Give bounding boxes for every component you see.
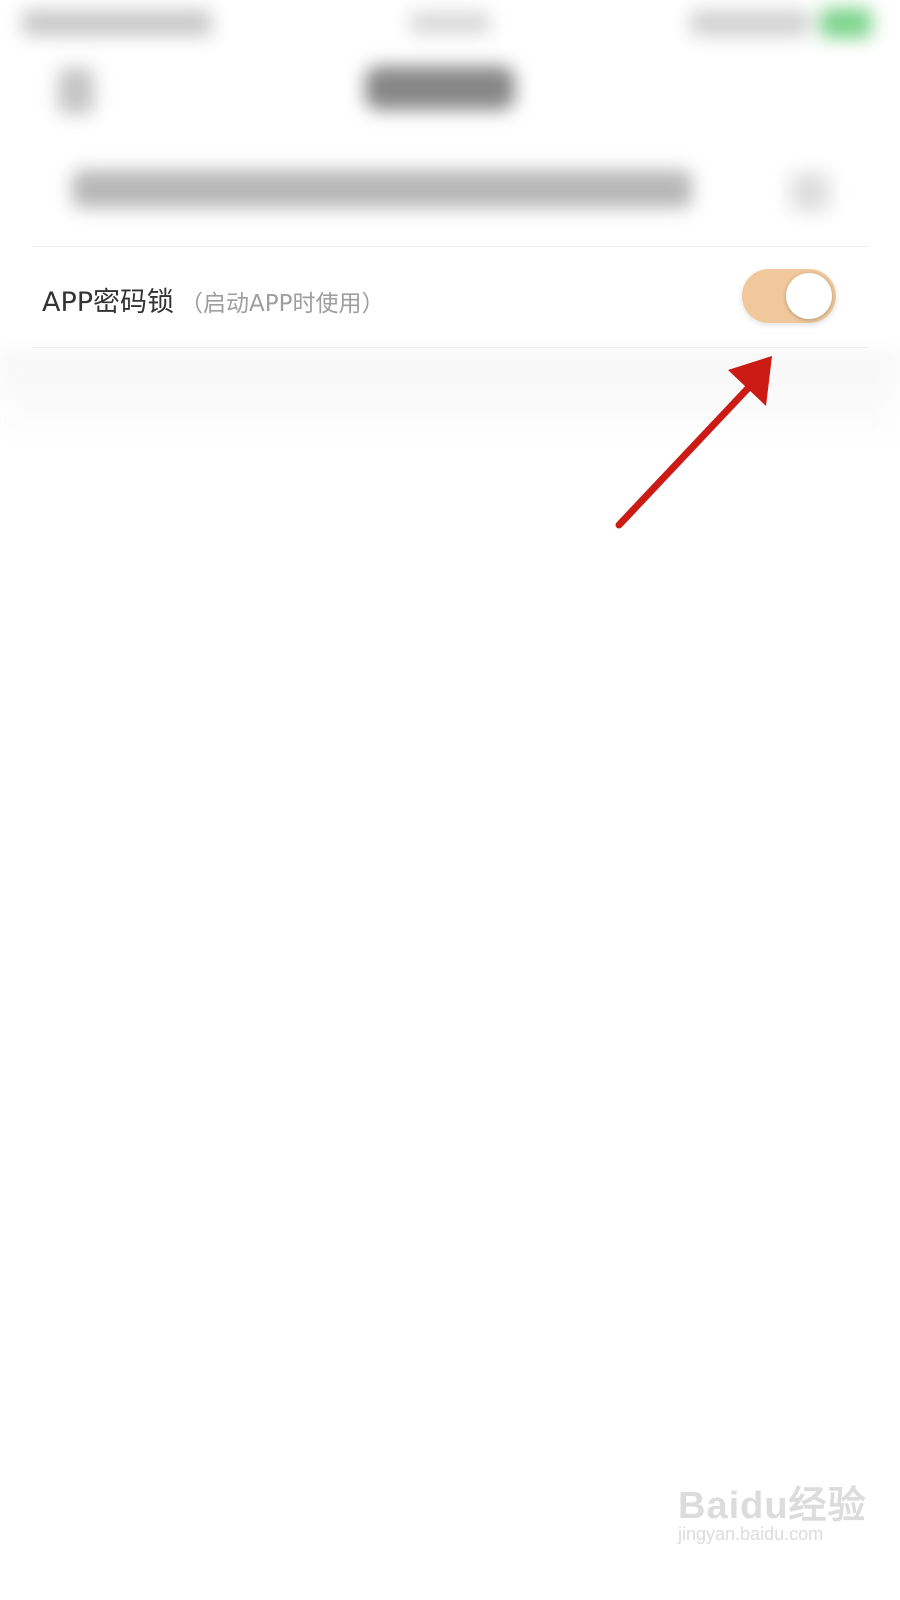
blurred-header-region xyxy=(0,0,900,250)
back-icon[interactable] xyxy=(58,68,94,114)
settings-screen: APP密码锁 （启动APP时使用） Baidu经验 jingyan.baidu.c… xyxy=(0,0,900,1600)
setting-title: APP密码锁 xyxy=(42,287,175,318)
toggle-knob xyxy=(786,273,832,319)
divider xyxy=(32,246,868,247)
status-bar-left-blurred xyxy=(22,10,212,36)
app-lock-toggle[interactable] xyxy=(742,269,836,323)
battery-icon xyxy=(820,8,872,38)
watermark-url: jingyan.baidu.com xyxy=(678,1524,824,1544)
setting-row-blurred-label xyxy=(72,170,692,208)
baidu-jingyan-watermark: Baidu经验 jingyan.baidu.com xyxy=(672,1470,872,1560)
setting-row-blurred-control[interactable] xyxy=(790,172,830,212)
divider xyxy=(32,347,868,348)
setting-hint: （启动APP时使用） xyxy=(180,291,385,317)
page-title-blurred xyxy=(365,66,515,110)
setting-row-app-lock: APP密码锁 （启动APP时使用） xyxy=(32,250,868,348)
setting-label: APP密码锁 （启动APP时使用） xyxy=(42,280,385,319)
status-bar-time-blurred xyxy=(410,12,490,34)
list-shadow xyxy=(0,350,900,450)
watermark-logo: Baidu经验 xyxy=(678,1485,867,1527)
status-bar-right-blurred xyxy=(690,10,810,36)
